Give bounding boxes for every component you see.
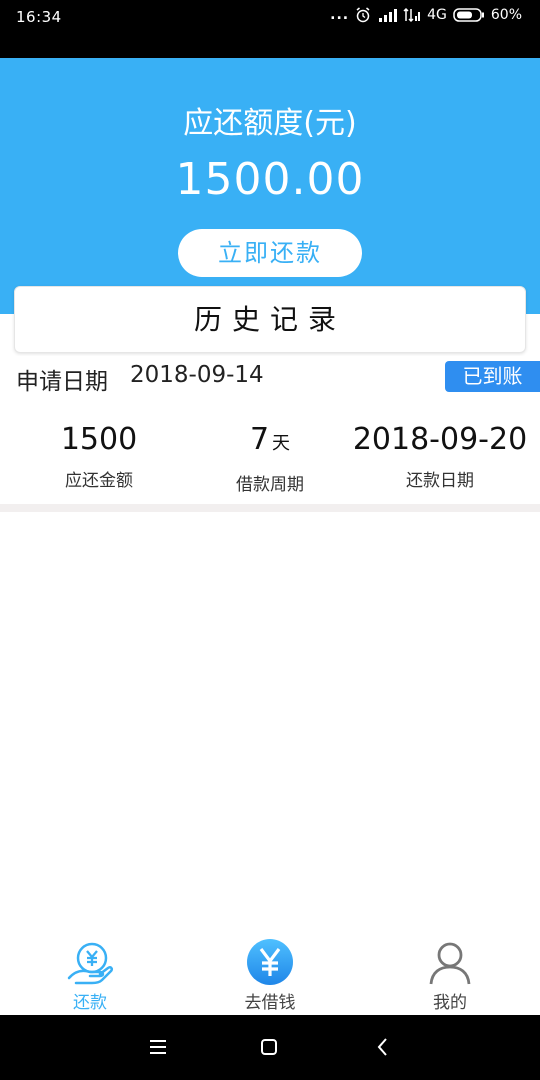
alarm-icon xyxy=(356,7,370,23)
nav-item-repay[interactable]: 还款 xyxy=(0,930,180,1015)
nav-label-mine: 我的 xyxy=(433,993,467,1013)
stat-amount-due: 1500 应还金额 xyxy=(9,420,189,491)
status-badge: 已到账 xyxy=(445,361,540,392)
loan-record-card[interactable]: 申请日期 2018-09-14 已到账 1500 应还金额 7天 借款周期 20… xyxy=(0,356,540,502)
home-icon[interactable] xyxy=(257,1035,281,1059)
yen-coin-icon xyxy=(247,939,293,985)
status-bar: 16:34 ... 4G 60% xyxy=(0,0,540,58)
screen: 16:34 ... 4G 60% 应还额度(元) 1500.00 立即还款 历史… xyxy=(0,0,540,1080)
stat-value: 1500 xyxy=(60,422,138,457)
stat-label: 还款日期 xyxy=(406,471,474,491)
stat-repay-date: 2018-09-20 还款日期 xyxy=(350,420,530,491)
more-dots-icon: ... xyxy=(330,7,350,23)
nav-label-borrow: 去借钱 xyxy=(244,993,296,1013)
history-records-tab[interactable]: 历史记录 xyxy=(14,286,526,353)
stat-label: 借款周期 xyxy=(236,475,304,495)
apply-date-value: 2018-09-14 xyxy=(130,362,264,388)
status-icons: ... 4G 60% xyxy=(330,7,522,23)
amount-due-value: 1500.00 xyxy=(175,154,365,205)
apply-date-label: 申请日期 xyxy=(16,369,108,395)
bottom-nav: 还款 去借钱 我的 xyxy=(0,930,540,1015)
repay-now-button[interactable]: 立即还款 xyxy=(178,229,362,277)
section-divider xyxy=(0,504,540,512)
stat-unit: 天 xyxy=(272,433,291,454)
network-type: 4G xyxy=(427,7,447,23)
amount-due-title: 应还额度(元) xyxy=(183,106,357,141)
repay-hand-yen-icon xyxy=(67,942,114,985)
stat-value: 2018-09-20 xyxy=(352,422,528,457)
menu-icon[interactable] xyxy=(146,1035,170,1059)
battery-percent: 60% xyxy=(490,7,522,23)
person-icon xyxy=(429,942,471,985)
nav-item-mine[interactable]: 我的 xyxy=(360,930,540,1015)
stat-value: 7天 xyxy=(249,422,291,457)
status-time: 16:34 xyxy=(16,8,62,26)
repay-header: 应还额度(元) 1500.00 立即还款 xyxy=(0,58,540,314)
nav-item-borrow[interactable]: 去借钱 xyxy=(180,930,360,1015)
stat-loan-period: 7天 借款周期 xyxy=(180,420,360,495)
signal-hd-icon xyxy=(379,9,398,22)
stat-label: 应还金额 xyxy=(65,471,133,491)
back-icon[interactable] xyxy=(371,1035,395,1059)
nav-label-repay: 还款 xyxy=(73,993,107,1013)
signal-icon xyxy=(403,7,421,23)
battery-icon xyxy=(453,8,484,22)
system-nav-bar xyxy=(0,1015,540,1080)
